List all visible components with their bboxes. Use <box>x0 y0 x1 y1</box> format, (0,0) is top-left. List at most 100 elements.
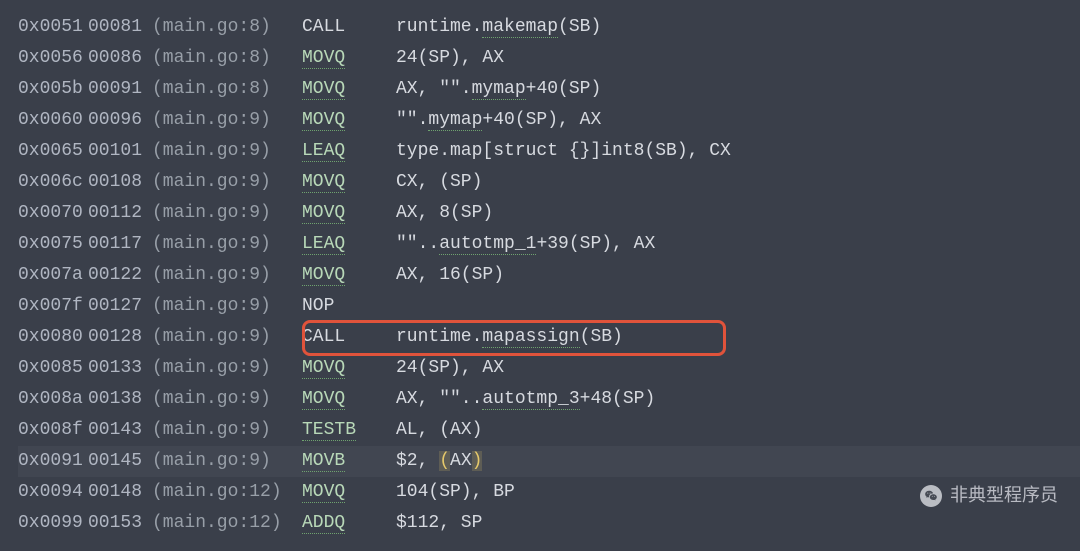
asm-row: 0x005600086(main.go:8)MOVQ24(SP), AX <box>18 43 1080 74</box>
operand-text: runtime. <box>396 17 482 37</box>
asm-row: 0x006500101(main.go:9)LEAQtype.map[struc… <box>18 136 1080 167</box>
operand-text: "". <box>396 110 428 130</box>
symbol-ref: autotmp_1 <box>439 234 536 255</box>
dec-address: 00127 <box>88 291 152 322</box>
operand-text: +40(SP), AX <box>482 110 601 130</box>
operands: runtime.makemap(SB) <box>396 17 601 38</box>
operand-text: AL, (AX) <box>396 420 482 440</box>
hex-address: 0x0080 <box>18 322 88 353</box>
mnemonic: ADDQ <box>302 513 345 534</box>
hex-address: 0x0051 <box>18 12 88 43</box>
mnemonic: MOVQ <box>302 172 345 193</box>
source-location: (main.go:9) <box>152 415 302 446</box>
operand-text: runtime. <box>396 327 482 347</box>
operand-text: 24(SP), AX <box>396 48 504 68</box>
source-location: (main.go:9) <box>152 446 302 477</box>
hex-address: 0x0056 <box>18 43 88 74</box>
source-location: (main.go:9) <box>152 198 302 229</box>
symbol-ref: makemap <box>482 17 558 38</box>
mnemonic: MOVB <box>302 451 345 472</box>
asm-row: 0x007000112(main.go:9)MOVQ AX, 8(SP) <box>18 198 1080 229</box>
watermark: 非典型程序员 <box>920 480 1058 511</box>
mnemonic-col: MOVQ <box>302 477 396 508</box>
mnemonic-col: MOVQ <box>302 353 396 384</box>
operands: $112, SP <box>396 513 482 533</box>
mnemonic-col: MOVB <box>302 446 396 477</box>
mnemonic-col: NOP <box>302 291 396 322</box>
asm-row: 0x008500133(main.go:9)MOVQ24(SP), AX <box>18 353 1080 384</box>
mnemonic: MOVQ <box>302 389 345 410</box>
mnemonic-col: MOVQ <box>302 74 396 105</box>
asm-row: 0x007f00127(main.go:9)NOP <box>18 291 1080 322</box>
operand-text: 24(SP), AX <box>396 358 504 378</box>
source-location: (main.go:9) <box>152 229 302 260</box>
dec-address: 00143 <box>88 415 152 446</box>
source-location: (main.go:9) <box>152 167 302 198</box>
operands: AX, "".mymap+40(SP) <box>396 79 601 100</box>
hex-address: 0x007f <box>18 291 88 322</box>
mnemonic: CALL <box>302 327 345 347</box>
operand-text: $2, <box>396 451 439 471</box>
mnemonic: MOVQ <box>302 203 345 224</box>
asm-row: 0x006c00108(main.go:9)MOVQCX, (SP) <box>18 167 1080 198</box>
mnemonic-col: MOVQ <box>302 167 396 198</box>
dec-address: 00133 <box>88 353 152 384</box>
mnemonic-col: LEAQ <box>302 136 396 167</box>
hex-address: 0x008a <box>18 384 88 415</box>
dec-address: 00091 <box>88 74 152 105</box>
operand-text: AX, 8(SP) <box>396 203 493 223</box>
hex-address: 0x0065 <box>18 136 88 167</box>
operands: AL, (AX) <box>396 420 482 440</box>
mnemonic: MOVQ <box>302 48 345 69</box>
hex-address: 0x0075 <box>18 229 88 260</box>
source-location: (main.go:8) <box>152 12 302 43</box>
operands: runtime.mapassign(SB) <box>396 327 623 348</box>
source-location: (main.go:8) <box>152 74 302 105</box>
operand-text: 104(SP), BP <box>396 482 515 502</box>
hex-address: 0x0070 <box>18 198 88 229</box>
mnemonic-col: MOVQ <box>302 105 396 136</box>
dec-address: 00081 <box>88 12 152 43</box>
asm-row: 0x006000096(main.go:9)MOVQ"".mymap+40(SP… <box>18 105 1080 136</box>
asm-row: 0x009900153(main.go:12)ADDQ$112, SP <box>18 508 1080 539</box>
operand-text: AX, "".. <box>396 389 482 409</box>
operands: 24(SP), AX <box>396 48 504 68</box>
mnemonic-col: TESTB <box>302 415 396 446</box>
mnemonic: TESTB <box>302 420 356 441</box>
hex-address: 0x0099 <box>18 508 88 539</box>
dec-address: 00128 <box>88 322 152 353</box>
mnemonic: MOVQ <box>302 358 345 379</box>
assembly-rows: 0x005100081(main.go:8)CALLruntime.makema… <box>0 12 1080 539</box>
dec-address: 00148 <box>88 477 152 508</box>
operand-text: (SB) <box>580 327 623 347</box>
hex-address: 0x005b <box>18 74 88 105</box>
dec-address: 00122 <box>88 260 152 291</box>
dec-address: 00101 <box>88 136 152 167</box>
assembly-listing: 0x005100081(main.go:8)PCDATA$1, $0 <box>0 0 1080 12</box>
dec-address: 00112 <box>88 198 152 229</box>
operand-text: AX, 16(SP) <box>396 265 504 285</box>
symbol-ref: mymap <box>428 110 482 131</box>
asm-row: 0x007a00122(main.go:9)MOVQAX, 16(SP) <box>18 260 1080 291</box>
operands: ""..autotmp_1+39(SP), AX <box>396 234 655 255</box>
mnemonic: MOVQ <box>302 110 345 131</box>
operands: "".mymap+40(SP), AX <box>396 110 601 131</box>
dec-address: 00145 <box>88 446 152 477</box>
hex-address: 0x008f <box>18 415 88 446</box>
source-location: (main.go:12) <box>152 508 302 539</box>
asm-row-cutoff-top: 0x005100081(main.go:8)PCDATA$1, $0 <box>18 0 1080 12</box>
asm-row: 0x007500117(main.go:9)LEAQ""..autotmp_1+… <box>18 229 1080 260</box>
watermark-text: 非典型程序员 <box>950 480 1058 511</box>
mnemonic: LEAQ <box>302 234 345 255</box>
mnemonic-col: MOVQ <box>302 260 396 291</box>
source-location: (main.go:9) <box>152 136 302 167</box>
operand-text: CX, (SP) <box>396 172 482 192</box>
mnemonic-col: MOVQ <box>302 198 396 229</box>
mnemonic: MOVQ <box>302 265 345 286</box>
asm-row: 0x005b00091(main.go:8)MOVQAX, "".mymap+4… <box>18 74 1080 105</box>
source-location: (main.go:12) <box>152 477 302 508</box>
source-location: (main.go:9) <box>152 322 302 353</box>
operand-text: "".. <box>396 234 439 254</box>
operands: 24(SP), AX <box>396 358 504 378</box>
operands: CX, (SP) <box>396 172 482 192</box>
